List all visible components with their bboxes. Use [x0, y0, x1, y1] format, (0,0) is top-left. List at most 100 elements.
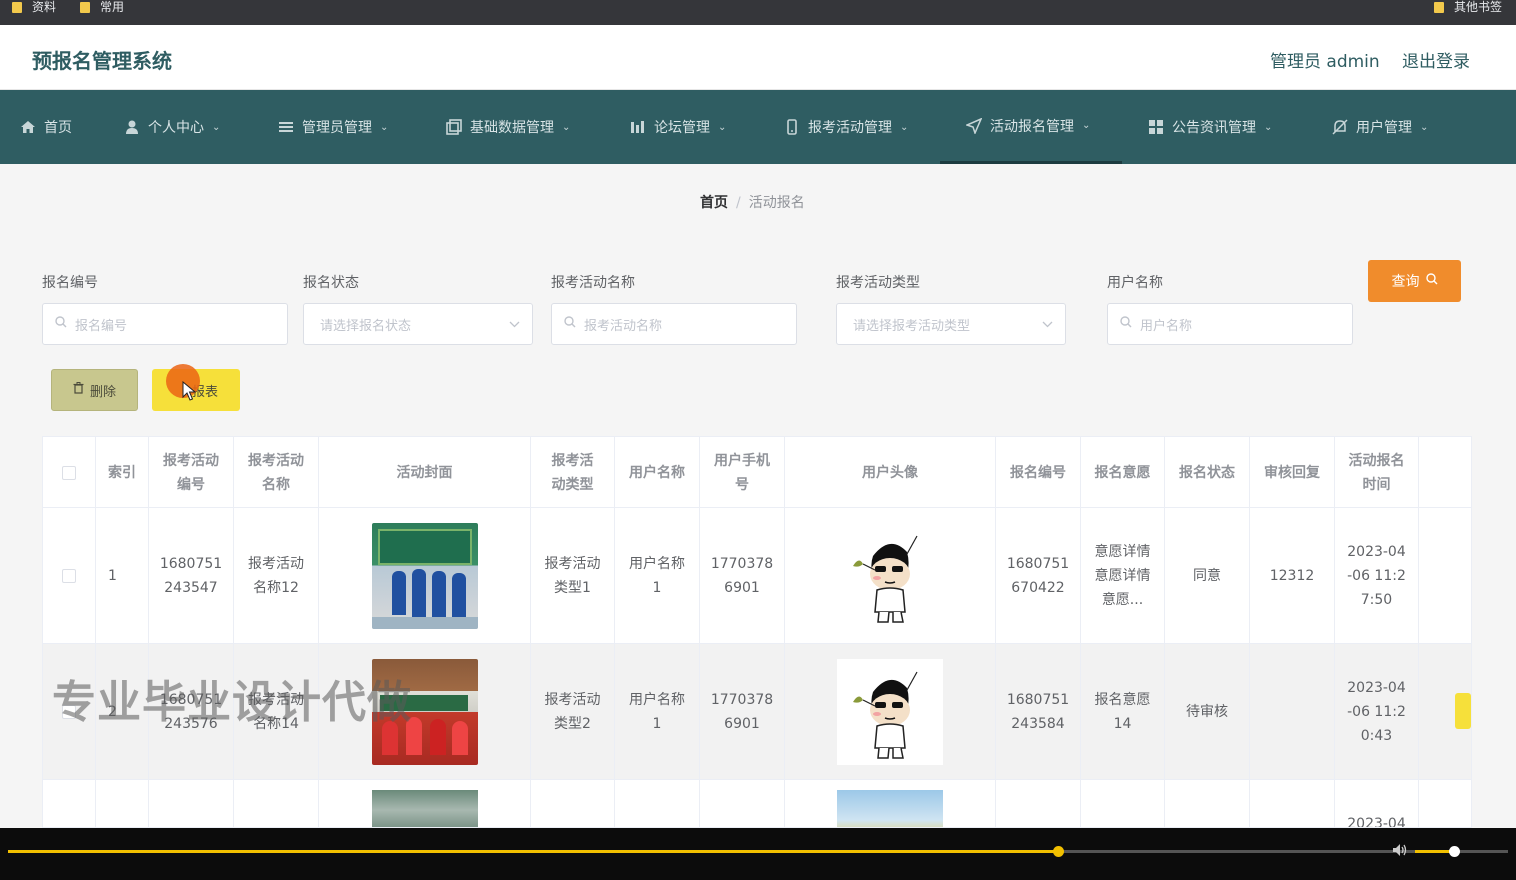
row-select-cell — [43, 644, 96, 780]
activity-name-input[interactable]: 报考活动名称 — [551, 303, 797, 345]
nav-item-forum[interactable]: 论坛管理 ⌄ — [630, 90, 726, 164]
cell-cover — [319, 644, 531, 780]
progress-track[interactable] — [8, 846, 1508, 857]
activity-cover-image[interactable] — [371, 659, 478, 765]
nav-item-home[interactable]: 首页 — [20, 90, 72, 164]
bookmarks-bar: 资料 常用 其他书签 — [0, 0, 1516, 25]
report-button[interactable]: 报表 — [152, 369, 240, 411]
volume-slider[interactable] — [1415, 846, 1503, 857]
logout-link[interactable]: 退出登录 — [1402, 47, 1470, 72]
cell-intent: 意愿详情意愿详情意愿... — [1081, 508, 1165, 644]
chevron-down-icon: ⌄ — [1082, 120, 1091, 131]
nav-label: 管理员管理 — [302, 120, 372, 136]
column-header: 用户手机号 — [700, 437, 785, 508]
filter-label-enroll-no: 报名编号 — [42, 275, 98, 291]
chevron-down-icon: ⌄ — [1420, 121, 1429, 133]
activity-cover-image[interactable] — [371, 790, 478, 827]
breadcrumb-home[interactable]: 首页 — [700, 195, 728, 211]
list-icon — [278, 119, 294, 135]
cell-avatar — [785, 644, 996, 780]
cell-enroll-no: 1680751670422 — [996, 508, 1081, 644]
cell-enroll-no: 1680751243584 — [996, 644, 1081, 780]
user-name-placeholder: 用户名称 — [1140, 318, 1193, 334]
progress-fill — [8, 850, 1058, 853]
user-avatar-image[interactable] — [837, 790, 943, 827]
nav-item-enrollment[interactable]: 活动报名管理 ⌄ — [940, 90, 1122, 164]
activity-cover-image[interactable] — [371, 523, 478, 629]
side-float-tab[interactable] — [1455, 693, 1471, 729]
cell-reply — [1250, 780, 1335, 827]
cell-avatar — [785, 780, 996, 827]
nav-item-notice[interactable]: 公告资讯管理 ⌄ — [1148, 90, 1272, 164]
main-nav: 首页 个人中心 ⌄ 管理员管理 ⌄ 基础数据管理 ⌄ 论坛管理 ⌄ 报考活动管理… — [0, 90, 1516, 164]
nav-item-admin[interactable]: 管理员管理 ⌄ — [278, 90, 388, 164]
cell-user-name: 用户名称1 — [615, 644, 700, 780]
nav-label: 个人中心 — [148, 120, 204, 136]
row-checkbox[interactable] — [62, 705, 76, 719]
bookmark-folder-ziliao[interactable]: 资料 — [12, 0, 56, 14]
chevron-down-icon: ⌄ — [900, 121, 909, 133]
nav-item-activity[interactable]: 报考活动管理 ⌄ — [784, 90, 908, 164]
cell-activity-type: 报考活动类型1 — [531, 508, 615, 644]
nav-item-basic-data[interactable]: 基础数据管理 ⌄ — [446, 90, 570, 164]
cell-intent: 报名意愿14 — [1081, 644, 1165, 780]
cell-index: 1 — [96, 508, 149, 644]
cell-activity-no: 1680751243547 — [149, 508, 234, 644]
enroll-no-input[interactable]: 报名编号 — [42, 303, 288, 345]
app-title: 预报名管理系统 — [32, 49, 172, 73]
user-avatar-image[interactable] — [837, 659, 943, 765]
delete-label: 删除 — [89, 384, 116, 400]
cell-status: 待审核 — [1165, 644, 1250, 780]
progress-knob[interactable] — [1053, 846, 1064, 857]
cell-activity-type — [531, 780, 615, 827]
row-checkbox[interactable] — [62, 569, 76, 583]
cell-phone: 17703786901 — [700, 644, 785, 780]
user-name-input[interactable]: 用户名称 — [1107, 303, 1353, 345]
cell-index — [96, 780, 149, 827]
bookmark-label: 其他书签 — [1454, 0, 1503, 14]
volume-icon[interactable] — [1392, 843, 1408, 861]
query-button[interactable]: 查询 — [1368, 260, 1461, 302]
search-icon — [1120, 316, 1132, 332]
home-icon — [20, 119, 36, 135]
status-placeholder: 请选择报名状态 — [320, 318, 412, 334]
trash-icon — [73, 382, 84, 398]
query-label: 查询 — [1391, 274, 1420, 290]
volume-knob[interactable] — [1448, 846, 1460, 857]
table-row[interactable]: 1 1680751243547 报考活动名称12 报考活动类型1 用户名称1 1… — [43, 508, 1471, 644]
breadcrumb: 首页 / 活动报名 — [700, 192, 805, 212]
cell-activity-name: 报考活动名称12 — [234, 508, 319, 644]
user-icon — [124, 119, 140, 135]
cell-reply — [1250, 644, 1335, 780]
table-row[interactable]: 2 1680751243576 报考活动名称14 报考活动类型2 用户名称1 1… — [43, 644, 1471, 780]
chevron-down-icon: ⌄ — [1264, 121, 1273, 133]
table-row[interactable]: 2023-04 — [43, 780, 1471, 827]
select-all-checkbox[interactable] — [62, 465, 76, 480]
chart-icon — [630, 119, 646, 135]
nav-item-users[interactable]: 用户管理 ⌄ — [1332, 90, 1428, 164]
nav-label: 公告资讯管理 — [1172, 120, 1256, 136]
cursor-icon — [182, 380, 197, 405]
nav-label: 报考活动管理 — [808, 120, 892, 136]
filter-label-status: 报名状态 — [303, 275, 359, 291]
cell-reply: 12312 — [1250, 508, 1335, 644]
breadcrumb-current: 活动报名 — [748, 195, 805, 211]
breadcrumb-separator: / — [736, 195, 741, 211]
user-avatar-image[interactable] — [837, 523, 943, 629]
activity-type-select[interactable]: 请选择报考活动类型 — [836, 303, 1066, 345]
bookmark-folder-changyong[interactable]: 常用 — [80, 0, 124, 14]
row-select-cell — [43, 508, 96, 644]
delete-button[interactable]: 删除 — [51, 369, 138, 411]
enroll-no-placeholder: 报名编号 — [75, 318, 128, 334]
nav-label: 基础数据管理 — [470, 120, 554, 136]
volume-fill — [1415, 850, 1454, 853]
bookmark-folder-other[interactable]: 其他书签 — [1434, 0, 1502, 14]
cell-phone: 17703786901 — [700, 508, 785, 644]
cell-avatar — [785, 508, 996, 644]
folder-icon — [12, 1, 22, 13]
status-select[interactable]: 请选择报名状态 — [303, 303, 533, 345]
nav-item-personal[interactable]: 个人中心 ⌄ — [124, 90, 220, 164]
cell-activity-no — [149, 780, 234, 827]
search-icon — [55, 316, 67, 332]
cell-activity-no: 1680751243576 — [149, 644, 234, 780]
